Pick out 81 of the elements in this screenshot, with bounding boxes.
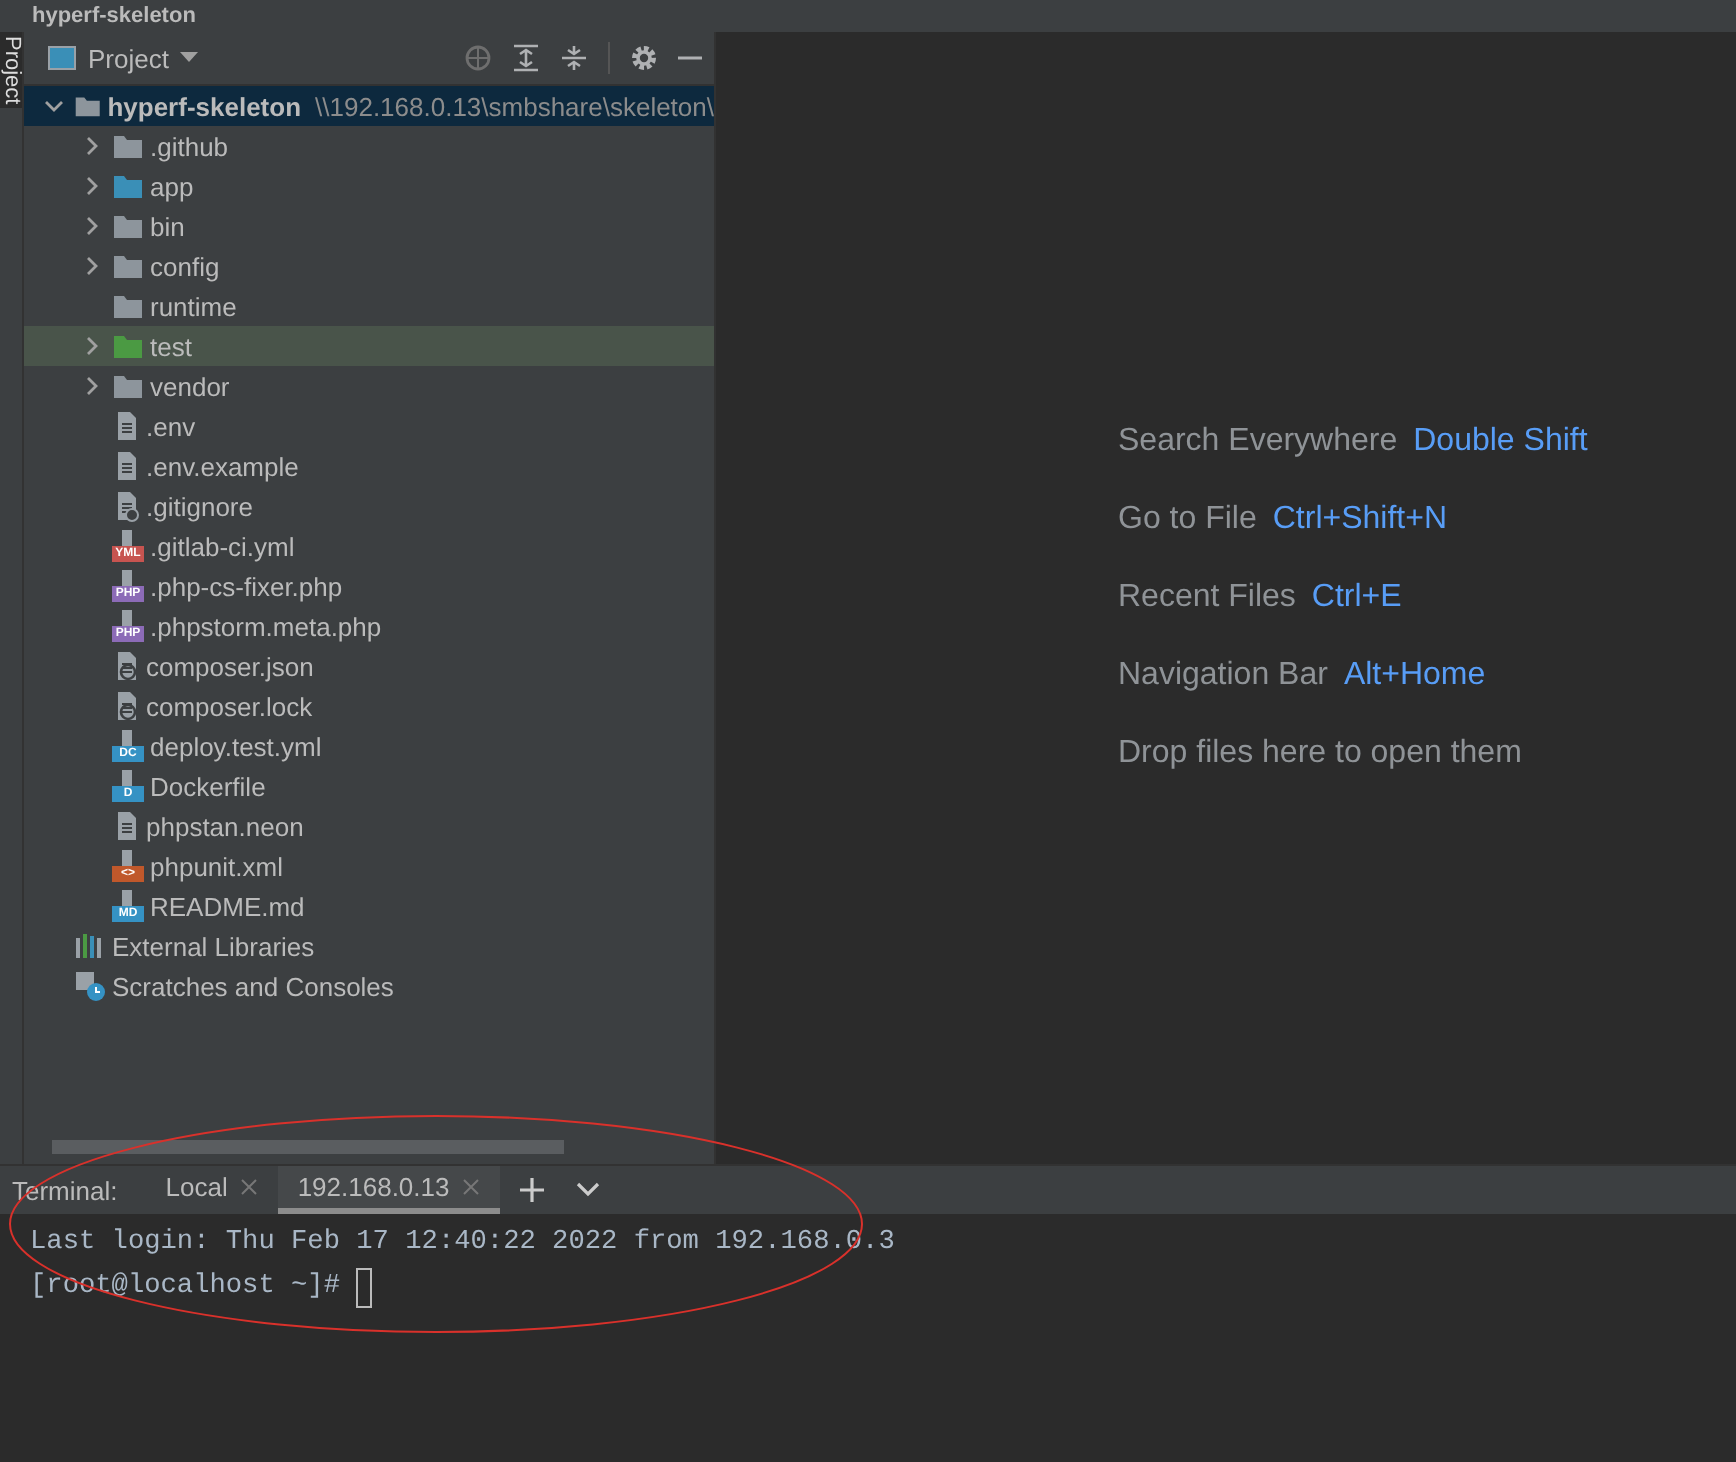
tree-item[interactable]: config [24,246,714,286]
item-label: test [150,331,192,361]
item-label: composer.json [146,651,314,681]
folder-icon [74,92,102,120]
scrollbar[interactable] [52,1140,564,1154]
file-icon [112,450,140,482]
folder-icon [112,172,144,200]
tree-item[interactable]: app [24,166,714,206]
shortcut-text: Ctrl+Shift+N [1272,500,1447,540]
expand-all-icon[interactable] [512,44,540,72]
hint-label: Navigation Bar [1118,656,1328,696]
file-icon [112,410,140,442]
tree-item[interactable]: bin [24,206,714,246]
window-title: hyperf-skeleton [32,2,196,32]
tree-item[interactable]: vendor [24,366,714,406]
item-label: README.md [150,891,305,921]
folder-icon [112,252,144,280]
tree-item[interactable]: .env.example [24,446,714,486]
folder-icon [112,292,144,320]
side-tab[interactable]: Project [0,32,22,109]
dropdown-icon[interactable] [180,52,199,64]
item-label: Scratches and Consoles [112,971,394,1001]
item-label: .github [150,131,229,161]
chevron-down-icon[interactable] [575,1182,600,1198]
settings-icon[interactable] [630,44,658,72]
shortcut-text: Alt+Home [1343,656,1486,696]
item-label: hyperf-skeleton [107,91,302,121]
hint-label: Go to File [1118,500,1257,540]
tree-item[interactable]: composer.lock [24,686,714,726]
item-label: app [150,171,194,201]
folder-icon [112,212,144,240]
item-label: config [150,251,220,281]
item-label: phpunit.xml [150,851,283,881]
libraries-icon [74,932,106,960]
item-label: bin [150,211,185,241]
locate-icon[interactable] [464,44,492,72]
item-label: External Libraries [112,931,315,961]
item-label: .env [146,411,196,441]
tree-item[interactable]: .gitignore [24,486,714,526]
add-icon[interactable] [519,1178,544,1202]
item-label: .env.example [146,451,299,481]
item-label: .gitlab-ci.yml [150,531,295,561]
folder-icon [112,332,144,360]
item-label: vendor [150,371,230,401]
hint-label: Drop files here to open them [1118,734,1522,774]
collapse-all-icon[interactable] [560,44,588,72]
file-icon [112,690,140,722]
scratches-icon [74,970,106,1002]
item-label: composer.lock [146,691,313,721]
terminal-tab[interactable]: 192.168.0.13 [277,1166,500,1214]
item-label: .phpstorm.meta.php [150,611,382,641]
close-icon[interactable] [239,1178,258,1196]
view-selector[interactable]: Project [48,43,199,73]
tree-item[interactable]: External Libraries [24,926,714,966]
item-label: deploy.test.yml [150,731,322,761]
tree-item[interactable]: test [24,326,714,366]
hint-label: Search Everywhere [1118,422,1398,462]
item-label: runtime [150,291,237,321]
tree-item[interactable]: phpstan.neon [24,806,714,846]
tree-item[interactable]: Scratches and Consoles [24,966,714,1006]
file-icon [112,490,140,522]
item-label: phpstan.neon [146,811,304,841]
terminal-tab[interactable]: Local [145,1166,278,1214]
tree-item[interactable]: runtime [24,286,714,326]
tree-item[interactable]: .github [24,126,714,166]
tree-item[interactable]: hyperf-skeleton \\192.168.0.13\smbshare\skeleton\ [24,86,714,126]
file-icon [112,810,140,842]
tree-item[interactable]: composer.json [24,646,714,686]
item-label: .php-cs-fixer.php [150,571,343,601]
hint-label: Recent Files [1118,578,1296,618]
item-path: \\192.168.0.13\smbshare\skeleton\ [315,91,714,121]
text-cursor [356,1268,372,1308]
shortcut-text: Double Shift [1413,422,1588,462]
folder-icon [112,132,144,160]
shortcut-text: Ctrl+E [1311,578,1402,618]
item-label: .gitignore [146,491,253,521]
tree-item[interactable]: .env [24,406,714,446]
window-icon [48,46,76,70]
folder-icon [112,372,144,400]
file-icon [112,650,140,682]
item-label: Dockerfile [150,771,266,801]
